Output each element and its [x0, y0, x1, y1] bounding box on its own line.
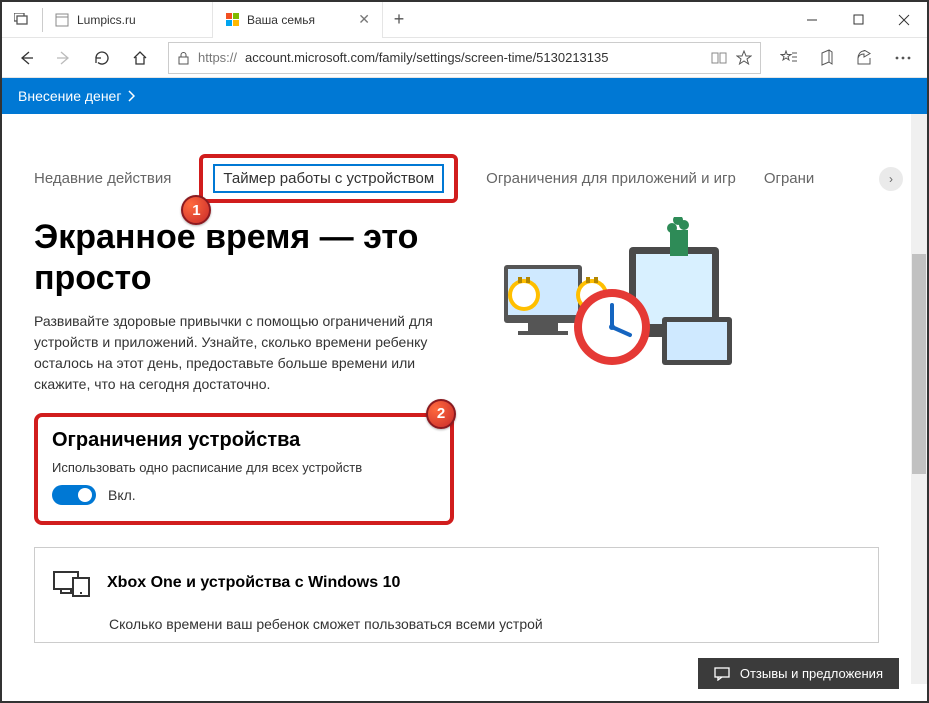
- forward-button[interactable]: [46, 40, 82, 76]
- url-scheme: https://: [198, 50, 237, 65]
- main-content: Недавние действия Таймер работы с устрой…: [2, 114, 911, 684]
- minimize-button[interactable]: [789, 2, 835, 38]
- navbar: https:// account.microsoft.com/family/set…: [2, 38, 927, 78]
- refresh-button[interactable]: [84, 40, 120, 76]
- page-description: Развивайте здоровые привычки с помощью о…: [34, 311, 464, 395]
- window-controls: [789, 2, 927, 38]
- reading-view-icon[interactable]: [710, 51, 728, 65]
- page-title: Экранное время — это просто: [34, 217, 464, 299]
- menu-icon[interactable]: [885, 40, 921, 76]
- tab-screen-time[interactable]: Таймер работы с устройством: [213, 164, 444, 193]
- close-tab-icon[interactable]: ✕: [358, 11, 370, 28]
- step-badge-2: 2: [426, 399, 456, 429]
- chevron-right-icon: [127, 90, 135, 102]
- tab-title: Lumpics.ru: [77, 13, 136, 27]
- card-title: Ограничения устройства: [52, 429, 436, 452]
- titlebar: Lumpics.ru Ваша семья ✕ +: [2, 2, 927, 38]
- notes-icon[interactable]: [809, 40, 845, 76]
- tab-lumpics[interactable]: Lumpics.ru: [43, 2, 213, 38]
- tab-title: Ваша семья: [247, 13, 315, 27]
- devices-icon: [53, 568, 91, 598]
- card-subtitle: Использовать одно расписание для всех ус…: [52, 460, 436, 475]
- scrollbar-thumb[interactable]: [912, 254, 926, 474]
- schedule-toggle[interactable]: [52, 485, 96, 505]
- device-limits-card: 2 Ограничения устройства Использовать од…: [34, 413, 454, 525]
- device-box: Xbox One и устройства с Windows 10 Сколь…: [34, 547, 879, 643]
- tab-family[interactable]: Ваша семья ✕: [213, 2, 383, 38]
- hero-illustration: [494, 217, 754, 387]
- favorites-list-icon[interactable]: [771, 40, 807, 76]
- hero-section: Экранное время — это просто Развивайте з…: [34, 217, 879, 395]
- feedback-button[interactable]: Отзывы и предложения: [698, 658, 899, 689]
- tab-preview-icon[interactable]: [2, 13, 42, 27]
- maximize-button[interactable]: [835, 2, 881, 38]
- home-button[interactable]: [122, 40, 158, 76]
- favorite-icon[interactable]: [736, 50, 752, 66]
- microsoft-icon: [225, 13, 239, 27]
- back-button[interactable]: [8, 40, 44, 76]
- scrollbar[interactable]: [911, 114, 927, 684]
- page-icon: [55, 13, 69, 27]
- page-tabs: Недавние действия Таймер работы с устрой…: [34, 154, 879, 203]
- banner-text: Внесение денег: [18, 88, 121, 104]
- device-title: Xbox One и устройства с Windows 10: [107, 574, 400, 592]
- toggle-label: Вкл.: [108, 487, 136, 503]
- tab-more[interactable]: Ограни: [764, 170, 815, 187]
- feedback-label: Отзывы и предложения: [740, 666, 883, 681]
- url-text: account.microsoft.com/family/settings/sc…: [245, 50, 702, 65]
- share-icon[interactable]: [847, 40, 883, 76]
- lock-icon: [177, 51, 190, 65]
- feedback-icon: [714, 667, 730, 681]
- tab-apps[interactable]: Ограничения для приложений и игр: [486, 170, 736, 187]
- highlight-box-1: Таймер работы с устройством 1: [199, 154, 458, 203]
- device-desc: Сколько времени ваш ребенок сможет польз…: [109, 616, 860, 632]
- new-tab-button[interactable]: +: [383, 9, 415, 30]
- money-banner[interactable]: Внесение денег: [2, 78, 927, 114]
- close-window-button[interactable]: [881, 2, 927, 38]
- tab-recent[interactable]: Недавние действия: [34, 170, 171, 187]
- address-bar[interactable]: https:// account.microsoft.com/family/set…: [168, 42, 761, 74]
- scroll-right-button[interactable]: ›: [879, 167, 903, 191]
